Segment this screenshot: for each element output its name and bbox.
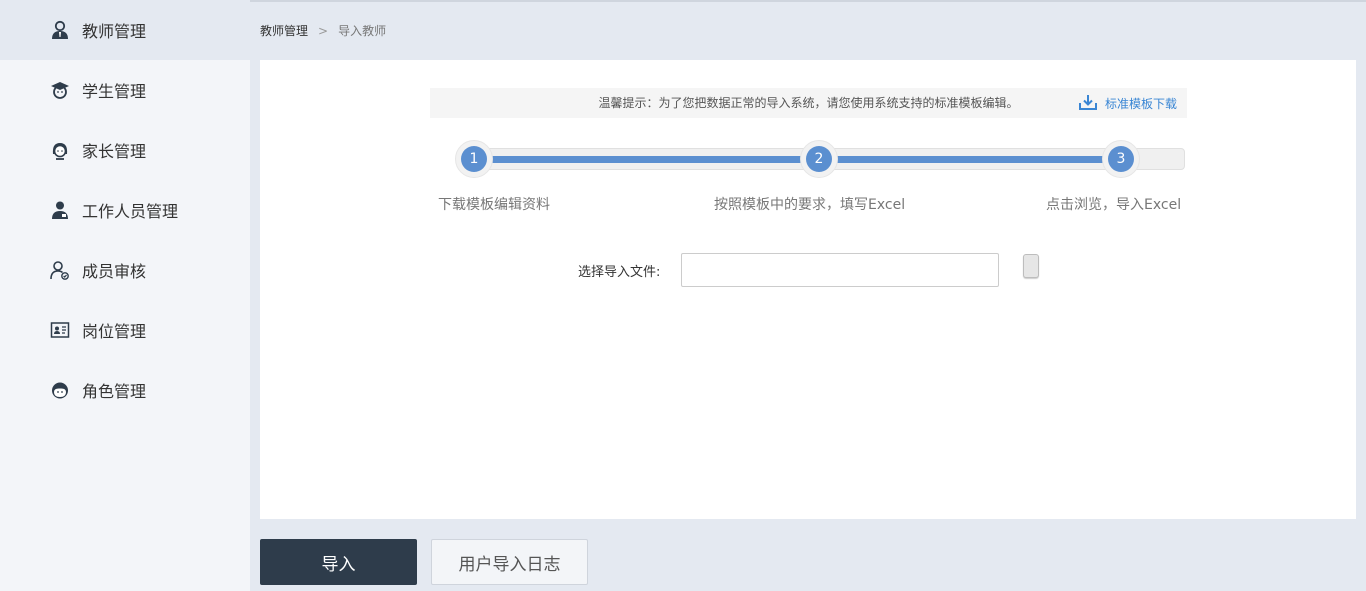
position-icon: [49, 319, 71, 341]
import-panel: 温馨提示：为了您把数据正常的导入系统，请您使用系统支持的标准模板编辑。 标准模板…: [260, 60, 1356, 519]
breadcrumb-separator: >: [318, 23, 329, 38]
sidebar-item-label: 家长管理: [82, 142, 147, 161]
parent-icon: [49, 139, 71, 161]
student-icon: [49, 79, 71, 101]
tip-bar: 温馨提示：为了您把数据正常的导入系统，请您使用系统支持的标准模板编辑。 标准模板…: [430, 88, 1187, 118]
download-icon: [1078, 94, 1097, 113]
sidebar-item-teacher-management[interactable]: 教师管理: [0, 0, 250, 60]
template-download-label: 标准模板下载: [1104, 96, 1177, 111]
sidebar-item-student-management[interactable]: 学生管理: [0, 60, 250, 120]
sidebar-item-position-management[interactable]: 岗位管理: [0, 300, 250, 360]
import-log-button[interactable]: 用户导入日志: [431, 539, 588, 585]
step-3-label: 点击浏览，导入Excel: [1046, 197, 1182, 213]
sidebar-item-label: 角色管理: [82, 382, 147, 401]
sidebar-item-parent-management[interactable]: 家长管理: [0, 120, 250, 180]
sidebar-item-role-management[interactable]: 角色管理: [0, 360, 250, 420]
step-1-label: 下载模板编辑资料: [438, 197, 550, 213]
member-review-icon: [49, 259, 71, 281]
sidebar-item-label: 教师管理: [82, 22, 147, 41]
teacher-icon: [49, 19, 71, 41]
tip-text: 温馨提示：为了您把数据正常的导入系统，请您使用系统支持的标准模板编辑。: [598, 96, 1019, 110]
file-field-label: 选择导入文件:: [578, 265, 661, 280]
step-2-label: 按照模板中的要求，填写Excel: [714, 197, 906, 213]
step-progress: [475, 156, 1122, 163]
template-download-link[interactable]: 标准模板下载: [1078, 88, 1177, 118]
sidebar-item-staff-management[interactable]: 工作人员管理: [0, 180, 250, 240]
file-path-input[interactable]: [681, 253, 999, 287]
breadcrumb: 教师管理 > 导入教师: [260, 22, 386, 39]
sidebar-item-label: 成员审核: [82, 262, 147, 281]
browse-button[interactable]: [1023, 254, 1039, 278]
sidebar-item-member-review[interactable]: 成员审核: [0, 240, 250, 300]
step-1-number: 1: [461, 146, 487, 172]
step-3-number: 3: [1108, 146, 1134, 172]
sidebar-item-label: 学生管理: [82, 82, 147, 101]
step-2-number: 2: [806, 146, 832, 172]
sidebar-item-label: 工作人员管理: [82, 202, 179, 221]
breadcrumb-current: 导入教师: [338, 24, 387, 38]
role-icon: [49, 379, 71, 401]
import-button[interactable]: 导入: [260, 539, 417, 585]
sidebar: 教师管理 学生管理 家长管理 工作人员管理 成员审核 岗位管理 角色管理: [0, 0, 250, 591]
sidebar-item-label: 岗位管理: [82, 322, 147, 341]
staff-icon: [49, 199, 71, 221]
breadcrumb-root-link[interactable]: 教师管理: [260, 22, 308, 39]
